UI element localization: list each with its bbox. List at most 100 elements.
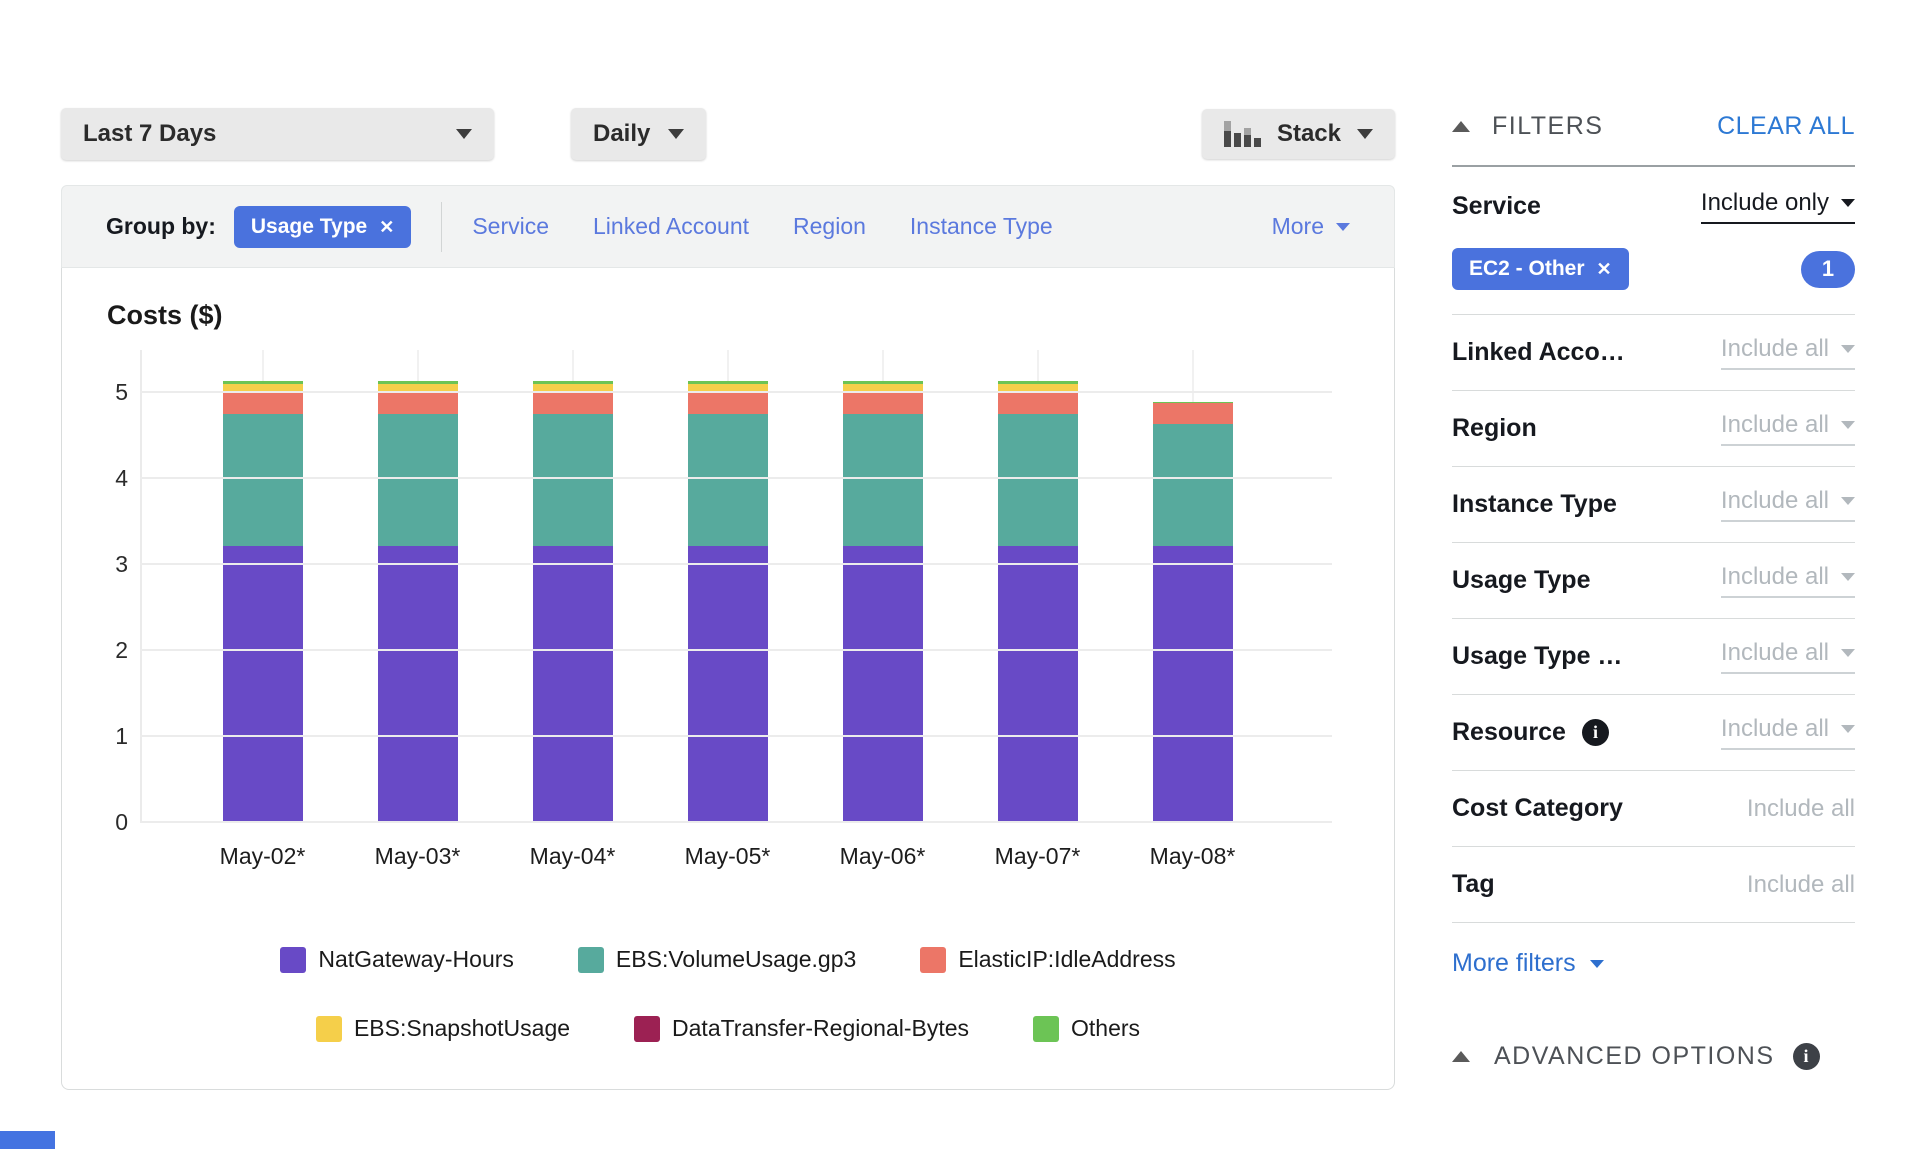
group-by-link-instance-type[interactable]: Instance Type xyxy=(910,213,1053,240)
bar-stack-may-06[interactable] xyxy=(843,381,923,823)
legend-swatch xyxy=(634,1016,660,1042)
clear-all-button[interactable]: CLEAR ALL xyxy=(1717,112,1855,141)
filter-value-dropdown: Include all xyxy=(1747,871,1855,899)
legend-label: NatGateway-Hours xyxy=(318,946,514,973)
legend-label: EBS:VolumeUsage.gp3 xyxy=(616,946,856,973)
bar-segment-natgateway-hours[interactable] xyxy=(688,546,768,823)
filter-row-instance-type: Instance TypeInclude all xyxy=(1452,467,1855,543)
chevron-down-icon xyxy=(1357,129,1373,139)
legend-item-datatransfer-regional-bytes[interactable]: DataTransfer-Regional-Bytes xyxy=(634,1015,969,1042)
y-tick-label: 4 xyxy=(78,465,128,492)
bar-segment-elasticip-idleaddress[interactable] xyxy=(688,392,768,414)
filter-row-usage-type: Usage Type …Include all xyxy=(1452,619,1855,695)
info-icon[interactable]: i xyxy=(1582,719,1609,746)
date-range-dropdown[interactable]: Last 7 Days xyxy=(61,108,494,160)
bar-segment-ebs-volumeusage-gp3[interactable] xyxy=(1153,424,1233,546)
divider xyxy=(441,202,442,252)
bar-segment-elasticip-idleaddress[interactable] xyxy=(843,392,923,414)
advanced-options-header[interactable]: ADVANCED OPTIONS i xyxy=(1452,1042,1855,1071)
info-icon[interactable]: i xyxy=(1793,1043,1820,1070)
bar-segment-ebs-volumeusage-gp3[interactable] xyxy=(998,414,1078,546)
bar-segment-ebs-volumeusage-gp3[interactable] xyxy=(378,414,458,546)
filter-value-dropdown[interactable]: Include all xyxy=(1721,715,1855,750)
bar-segment-elasticip-idleaddress[interactable] xyxy=(1153,403,1233,424)
group-by-chip-usage-type[interactable]: Usage Type ✕ xyxy=(234,206,411,248)
group-by-bar: Group by: Usage Type ✕ Service Linked Acc… xyxy=(61,185,1395,268)
filter-value-dropdown[interactable]: Include all xyxy=(1721,335,1855,370)
bar-segment-natgateway-hours[interactable] xyxy=(378,546,458,823)
group-by-more-dropdown[interactable]: More xyxy=(1272,213,1350,240)
chart-type-dropdown[interactable]: Stack xyxy=(1202,109,1395,159)
filter-value-dropdown[interactable]: Include all xyxy=(1721,639,1855,674)
bar-segment-elasticip-idleaddress[interactable] xyxy=(533,392,613,414)
filter-label-text: Cost Category xyxy=(1452,794,1623,823)
bar-stack-may-07[interactable] xyxy=(998,381,1078,823)
filter-label-text: Tag xyxy=(1452,870,1495,899)
y-axis-line xyxy=(140,350,142,823)
bar-segment-elasticip-idleaddress[interactable] xyxy=(223,392,303,414)
chevron-down-icon xyxy=(1841,199,1855,207)
collapse-icon[interactable] xyxy=(1452,121,1470,132)
bar-segment-elasticip-idleaddress[interactable] xyxy=(378,392,458,414)
service-filter-label: Service xyxy=(1452,192,1541,221)
chevron-down-icon xyxy=(456,129,472,139)
filter-label-text: Region xyxy=(1452,414,1537,443)
bar-stack-may-04[interactable] xyxy=(533,381,613,823)
legend-row: NatGateway-Hours EBS:VolumeUsage.gp3 Elast… xyxy=(62,946,1394,973)
close-icon[interactable]: ✕ xyxy=(379,218,394,236)
filter-label-text: Usage Type xyxy=(1452,566,1590,595)
filter-value-dropdown[interactable]: Include all xyxy=(1721,563,1855,598)
legend-item-natgateway-hours[interactable]: NatGateway-Hours xyxy=(280,946,514,973)
bar-may-06 xyxy=(805,350,960,823)
group-by-label: Group by: xyxy=(106,213,216,240)
service-filter-chip[interactable]: EC2 - Other ✕ xyxy=(1452,248,1629,290)
legend-item-others[interactable]: Others xyxy=(1033,1015,1140,1042)
chip-label: Usage Type xyxy=(251,215,367,239)
granularity-dropdown[interactable]: Daily xyxy=(571,108,706,160)
bar-may-04 xyxy=(495,350,650,823)
bar-segment-ebs-volumeusage-gp3[interactable] xyxy=(688,414,768,546)
bar-segment-ebs-volumeusage-gp3[interactable] xyxy=(533,414,613,546)
bar-segment-natgateway-hours[interactable] xyxy=(843,546,923,823)
close-icon[interactable]: ✕ xyxy=(1597,260,1612,278)
bar-segment-natgateway-hours[interactable] xyxy=(1153,546,1233,823)
legend-item-ebs-snapshotusage[interactable]: EBS:SnapshotUsage xyxy=(316,1015,570,1042)
gridline-y-1 xyxy=(140,735,1332,737)
bar-stack-may-03[interactable] xyxy=(378,381,458,823)
x-axis-labels: May-02*May-03*May-04*May-05*May-06*May-0… xyxy=(185,843,1270,870)
bar-segment-natgateway-hours[interactable] xyxy=(998,546,1078,823)
bar-stack-may-02[interactable] xyxy=(223,381,303,823)
bars-container xyxy=(185,350,1270,823)
chevron-down-icon xyxy=(1841,573,1855,581)
x-axis-label: May-08* xyxy=(1115,843,1270,870)
chevron-down-icon xyxy=(1336,223,1350,231)
legend-item-ebs-volumeusage-gp3[interactable]: EBS:VolumeUsage.gp3 xyxy=(578,946,856,973)
partially-visible-footer-element xyxy=(0,1131,55,1149)
filter-value-dropdown[interactable]: Include all xyxy=(1721,411,1855,446)
filter-label: Resourcei xyxy=(1452,718,1609,747)
y-tick-label: 2 xyxy=(78,637,128,664)
bar-segment-natgateway-hours[interactable] xyxy=(223,546,303,823)
bar-segment-natgateway-hours[interactable] xyxy=(533,546,613,823)
filter-row-usage-type: Usage Type Include all xyxy=(1452,543,1855,619)
group-by-link-service[interactable]: Service xyxy=(472,213,549,240)
bar-stack-may-08[interactable] xyxy=(1153,402,1233,823)
more-filters-button[interactable]: More filters xyxy=(1452,949,1855,978)
bar-segment-ebs-volumeusage-gp3[interactable] xyxy=(223,414,303,546)
legend-item-elasticip-idleaddress[interactable]: ElasticIP:IdleAddress xyxy=(920,946,1175,973)
group-by-link-linked-account[interactable]: Linked Account xyxy=(593,213,749,240)
bar-segment-elasticip-idleaddress[interactable] xyxy=(998,392,1078,414)
bar-segment-ebs-volumeusage-gp3[interactable] xyxy=(843,414,923,546)
more-label: More xyxy=(1272,213,1324,240)
bar-stack-may-05[interactable] xyxy=(688,381,768,823)
x-axis-label: May-02* xyxy=(185,843,340,870)
y-tick-label: 0 xyxy=(78,809,128,836)
filter-value-text: Include all xyxy=(1721,411,1829,439)
filter-value-text: Include all xyxy=(1747,795,1855,823)
gridline-y-2 xyxy=(140,649,1332,651)
group-by-link-region[interactable]: Region xyxy=(793,213,866,240)
service-mode-dropdown[interactable]: Include only xyxy=(1701,189,1855,224)
filter-value-text: Include all xyxy=(1721,715,1829,743)
x-axis-label: May-07* xyxy=(960,843,1115,870)
filter-value-dropdown[interactable]: Include all xyxy=(1721,487,1855,522)
